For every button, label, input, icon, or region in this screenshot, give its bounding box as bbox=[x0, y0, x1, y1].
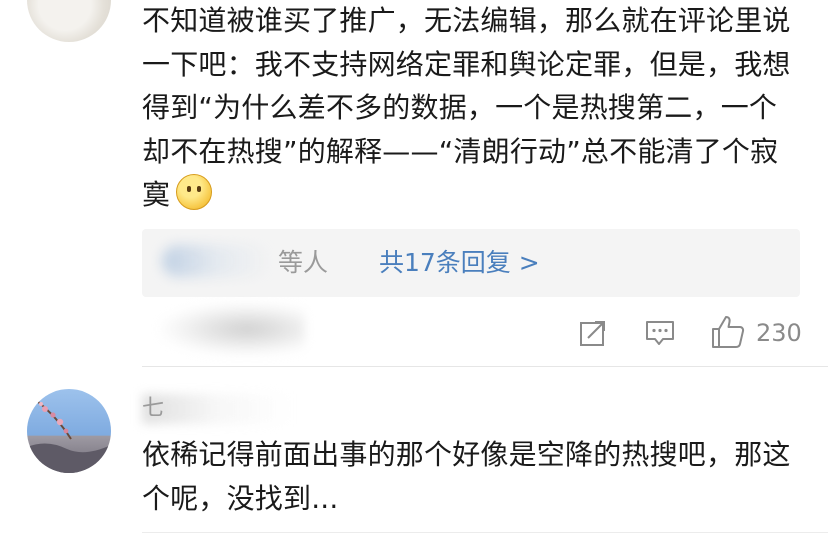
blurred-overlay bbox=[160, 303, 305, 355]
blurred-username bbox=[142, 394, 292, 424]
comment-body: 不知道被谁买了推广，无法编辑，那么就在评论里说一下吧：我不支持网络定罪和舆论定罪… bbox=[142, 4, 791, 211]
view-replies-link[interactable]: 共17条回复 > bbox=[379, 247, 540, 279]
comment-text: 依稀记得前面出事的那个好像是空降的热搜吧，那这个呢，没找到... bbox=[142, 438, 791, 515]
avatar[interactable] bbox=[27, 0, 111, 42]
like-count: 230 bbox=[756, 319, 802, 347]
reply-label: 等人 bbox=[278, 248, 329, 277]
username-text: 七 bbox=[142, 396, 165, 421]
username[interactable]: 七 bbox=[142, 394, 292, 424]
thinking-face-icon bbox=[176, 174, 213, 210]
share-button[interactable] bbox=[578, 318, 608, 348]
share-icon bbox=[580, 321, 605, 346]
comment-button[interactable] bbox=[644, 318, 676, 348]
comment-text: 不知道被谁买了推广，无法编辑，那么就在评论里说一下吧：我不支持网络定罪和舆论定罪… bbox=[142, 0, 802, 217]
avatar-image bbox=[27, 400, 111, 473]
avatar[interactable] bbox=[27, 389, 111, 473]
thumbs-up-icon bbox=[712, 316, 745, 348]
reply-preview[interactable]: 等人 共17条回复 > bbox=[142, 229, 800, 297]
blurred-replier-names bbox=[162, 245, 272, 277]
comment-icon bbox=[646, 321, 674, 345]
like-button[interactable]: 230 bbox=[710, 314, 802, 352]
comment-divider bbox=[142, 532, 828, 533]
comment-divider bbox=[142, 366, 828, 367]
